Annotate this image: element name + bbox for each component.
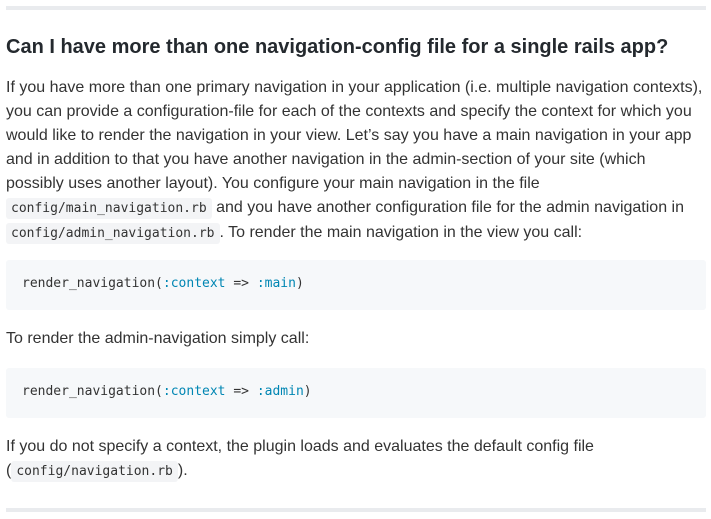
code-arrow: => xyxy=(225,276,257,291)
code-symbol-value: :main xyxy=(256,276,296,291)
top-divider xyxy=(6,6,706,10)
code-symbol-value: :admin xyxy=(256,384,304,399)
code-symbol-key: :context xyxy=(162,384,226,399)
code-block-main: render_navigation(:context => :main) xyxy=(6,260,706,310)
code-method: render_navigation( xyxy=(22,384,163,399)
closing-paragraph: If you do not specify a context, the plu… xyxy=(6,435,706,484)
intro-text-1: If you have more than one primary naviga… xyxy=(6,79,703,192)
code-close-paren: ) xyxy=(295,276,304,291)
intro-text-3: . To render the main navigation in the v… xyxy=(219,224,583,241)
code-arrow: => xyxy=(225,384,257,399)
code-close-paren: ) xyxy=(303,384,312,399)
intro-text-2: and you have another configuration file … xyxy=(211,199,684,216)
bottom-divider xyxy=(6,508,706,512)
faq-heading: Can I have more than one navigation-conf… xyxy=(6,36,669,58)
code-block-admin: render_navigation(:context => :admin) xyxy=(6,368,706,418)
inline-code-admin-navigation: config/admin_navigation.rb xyxy=(6,223,220,244)
inline-code-default-navigation: config/navigation.rb xyxy=(11,461,178,482)
intro-paragraph: If you have more than one primary naviga… xyxy=(6,76,706,246)
closing-text-2: ). xyxy=(177,462,188,479)
code-symbol-key: :context xyxy=(162,276,226,291)
admin-intro-paragraph: To render the admin-navigation simply ca… xyxy=(6,330,310,347)
inline-code-main-navigation: config/main_navigation.rb xyxy=(6,198,212,219)
code-method: render_navigation( xyxy=(22,276,163,291)
